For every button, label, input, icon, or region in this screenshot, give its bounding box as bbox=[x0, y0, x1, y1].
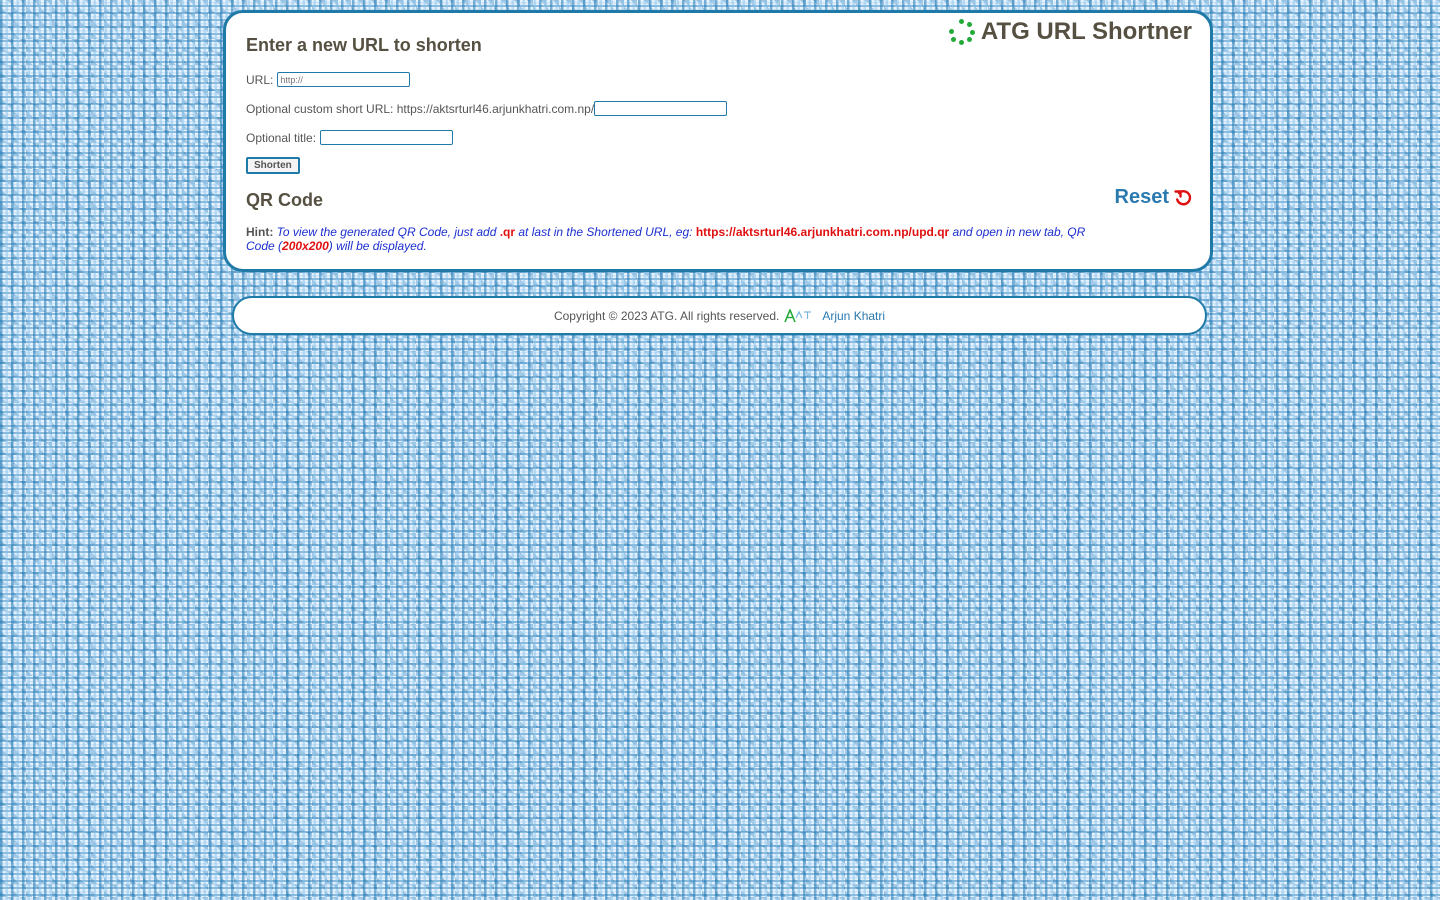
custom-url-label: Optional custom short URL: https://aktsr… bbox=[246, 101, 595, 116]
footer: Copyright © 2023 ATG. All rights reserve… bbox=[232, 296, 1207, 335]
brand: ATG URL Shortner bbox=[948, 18, 1192, 46]
hint-example-url: https://aktsrturl46.arjunkhatri.com.np/u… bbox=[695, 225, 950, 239]
reset-label: Reset bbox=[1114, 186, 1169, 208]
qr-title: QR Code bbox=[246, 190, 324, 210]
hint-size: 200x200 bbox=[282, 239, 329, 253]
url-input[interactable] bbox=[277, 72, 411, 87]
title-input[interactable] bbox=[320, 130, 454, 145]
reset-button[interactable]: Reset bbox=[1115, 186, 1192, 209]
atg-logo-icon bbox=[784, 308, 820, 323]
url-row: URL: bbox=[246, 72, 411, 87]
hint-label: Hint: bbox=[246, 225, 274, 239]
qr-hint: Hint: To view the generated QR Code, jus… bbox=[246, 225, 1096, 253]
main-card: ATG URL Shortner Enter a new URL to shor… bbox=[223, 10, 1213, 272]
shorten-button[interactable]: Shorten bbox=[246, 157, 300, 174]
spinner-icon bbox=[948, 19, 975, 45]
custom-url-row: Optional custom short URL: https://aktsr… bbox=[246, 101, 728, 116]
url-label: URL: bbox=[246, 72, 274, 87]
copyright-text: Copyright © 2023 ATG. All rights reserve… bbox=[553, 308, 780, 323]
reset-icon bbox=[1174, 189, 1192, 205]
hint-text-2: at last in the Shortened URL, eg: bbox=[515, 225, 696, 239]
form-title: Enter a new URL to shorten bbox=[246, 35, 482, 55]
brand-title: ATG URL Shortner bbox=[980, 18, 1192, 45]
title-label: Optional title: bbox=[246, 130, 317, 145]
hint-text-1: To view the generated QR Code, just add bbox=[276, 225, 500, 239]
hint-text-4: ) will be displayed. bbox=[328, 239, 427, 253]
custom-url-input[interactable] bbox=[594, 101, 728, 116]
author-link[interactable]: Arjun Khatri bbox=[822, 309, 885, 323]
title-row: Optional title: bbox=[246, 130, 454, 145]
hint-extension: .qr bbox=[499, 225, 516, 239]
